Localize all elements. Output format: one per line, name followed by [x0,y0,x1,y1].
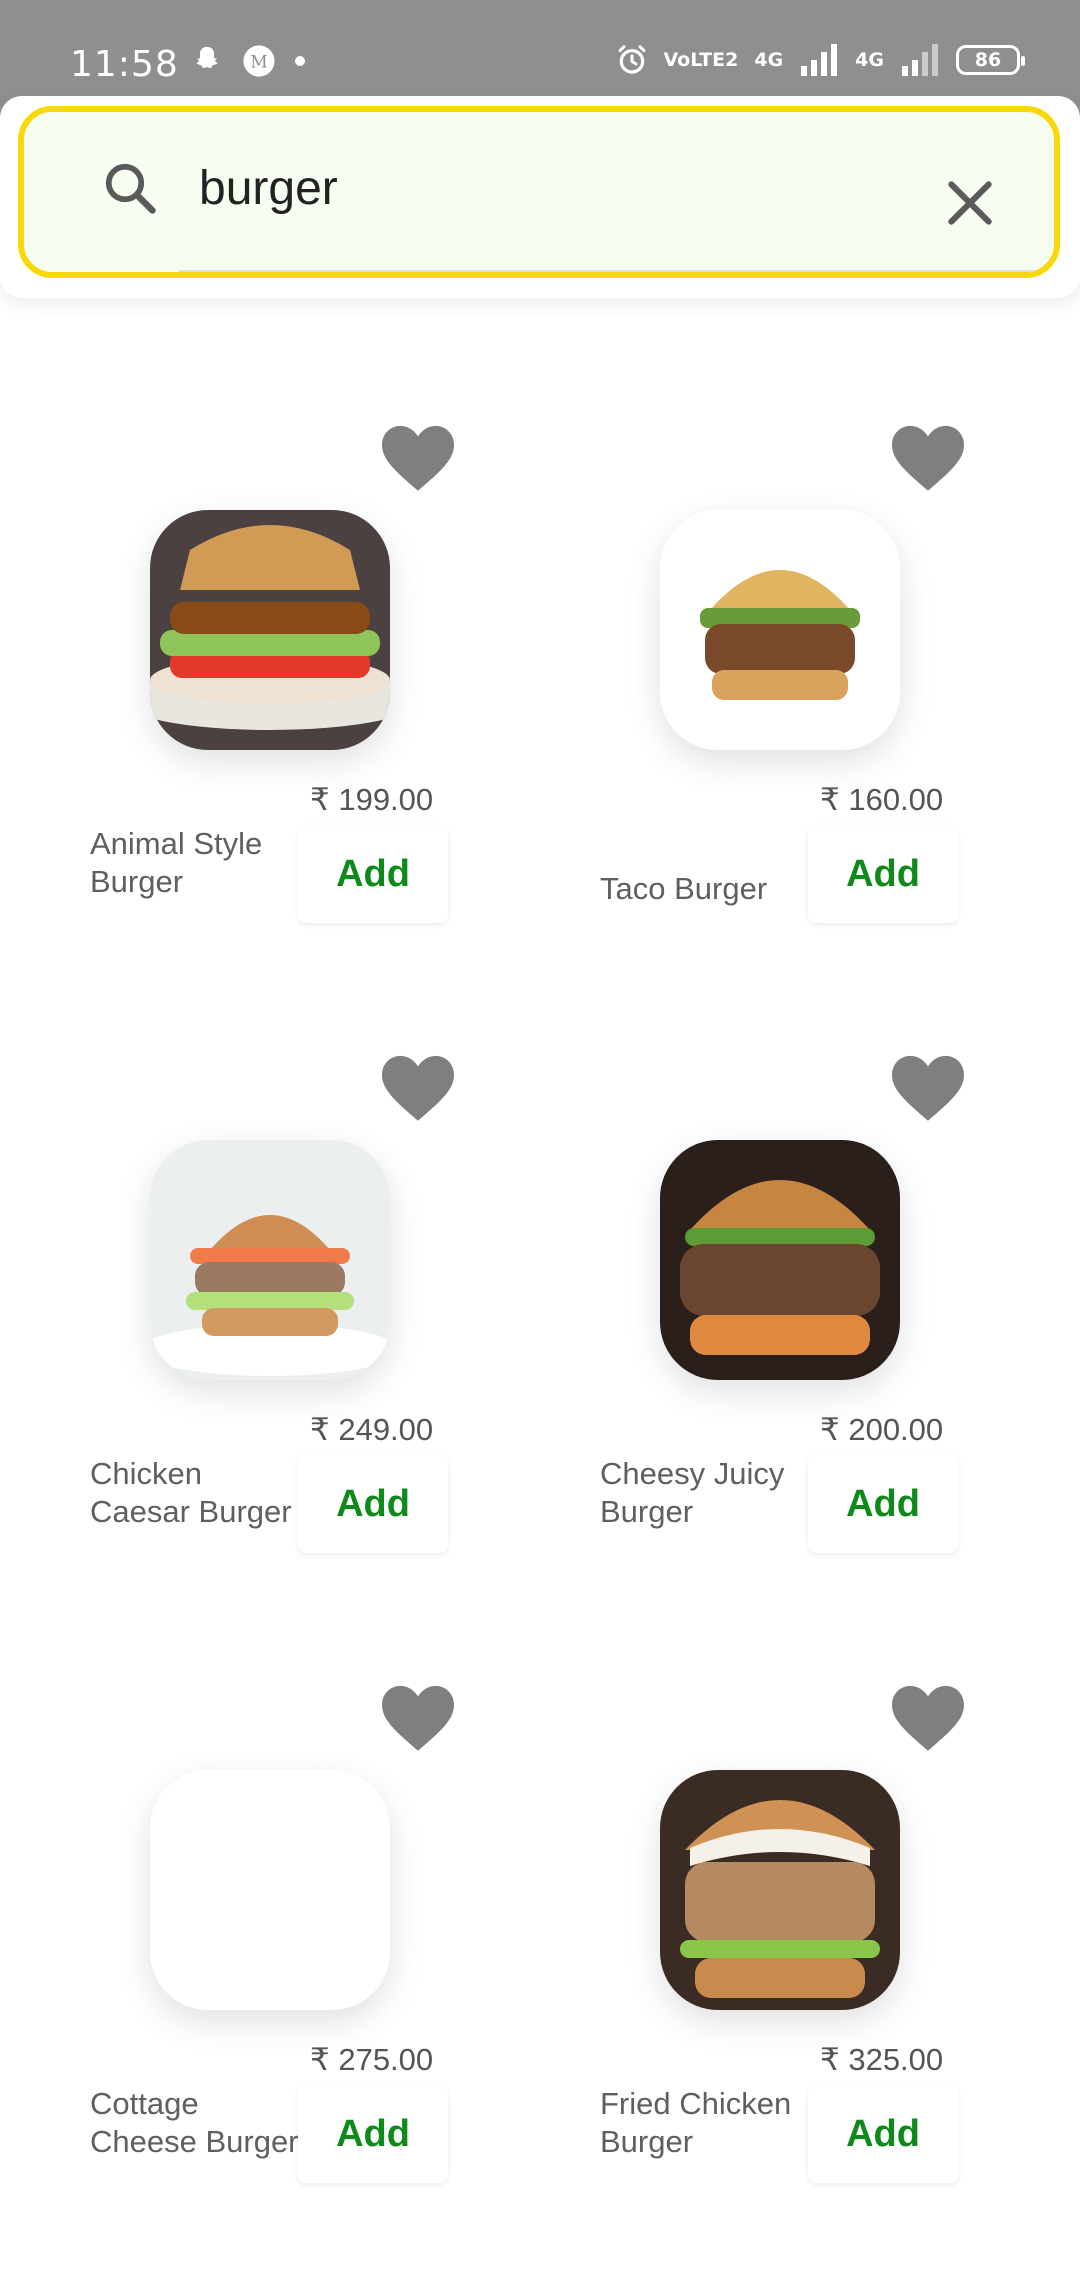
product-image[interactable] [150,1770,390,2010]
product-price: ₹ 249.00 [310,1412,434,1447]
product-price: ₹ 160.00 [820,782,944,817]
product-name: Cheesy Juicy Burger [600,1456,785,1529]
heart-icon[interactable] [888,422,968,494]
heart-icon[interactable] [378,1052,458,1124]
product-image[interactable] [150,1140,390,1380]
add-button[interactable]: Add [808,2085,958,2183]
product-card[interactable]: ₹ 200.00 Cheesy Juicy Burger Add [570,1010,980,1610]
product-card[interactable]: ₹ 249.00 Chicken Caesar Burger Add [60,1010,470,1610]
product-image[interactable] [660,1140,900,1380]
burger-image [150,510,390,750]
burger-image [660,1770,900,2010]
product-name: Cottage Cheese Burger [90,2086,299,2159]
product-name: Taco Burger [600,871,768,906]
product-name: Chicken Caesar Burger [90,1456,292,1529]
product-card[interactable]: ₹ 325.00 Fried Chicken Burger Add [570,1640,980,2240]
product-name: Animal Style Burger [90,826,263,899]
add-button[interactable]: Add [298,2085,448,2183]
product-card[interactable]: ₹ 199.00 Animal Style Burger Add [60,380,470,980]
product-name: Fried Chicken Burger [600,2086,792,2159]
product-card[interactable]: ₹ 160.00 Taco Burger Add [570,380,980,980]
burger-image [660,510,900,750]
burger-image [660,1140,900,1380]
heart-icon[interactable] [888,1682,968,1754]
product-image[interactable] [150,510,390,750]
add-button[interactable]: Add [298,1455,448,1553]
product-grid: ₹ 199.00 Animal Style Burger Add ₹ 160.0… [0,0,1080,2280]
heart-icon[interactable] [378,1682,458,1754]
product-price: ₹ 199.00 [310,782,434,817]
heart-icon[interactable] [378,422,458,494]
product-image[interactable] [660,1770,900,2010]
add-button[interactable]: Add [298,825,448,923]
heart-icon[interactable] [888,1052,968,1124]
product-price: ₹ 275.00 [310,2042,434,2077]
product-image[interactable] [660,510,900,750]
add-button[interactable]: Add [808,825,958,923]
burger-image [150,1140,390,1380]
product-price: ₹ 325.00 [820,2042,944,2077]
add-button[interactable]: Add [808,1455,958,1553]
product-price: ₹ 200.00 [820,1412,944,1447]
product-card[interactable]: ₹ 275.00 Cottage Cheese Burger Add [60,1640,470,2240]
